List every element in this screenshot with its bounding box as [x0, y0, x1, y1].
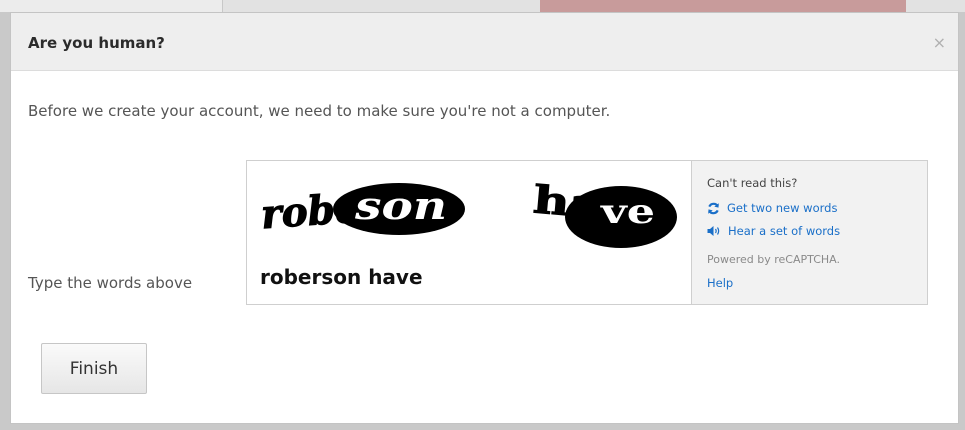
captcha-word-1-inverse: son — [354, 183, 447, 228]
captcha-word-2-inverse: ve — [600, 192, 655, 232]
speaker-icon — [707, 226, 720, 236]
background-page-strip — [0, 0, 965, 12]
audio-challenge-link[interactable]: Hear a set of words — [707, 224, 840, 238]
help-link[interactable]: Help — [707, 276, 733, 290]
dialog-header: Are you human? × — [11, 13, 958, 71]
background-panel-left — [0, 0, 223, 12]
new-words-link[interactable]: Get two new words — [707, 201, 837, 215]
refresh-icon — [708, 202, 719, 214]
captcha-image: roberson son have ve — [247, 161, 691, 251]
intro-text: Before we create your account, we need t… — [28, 102, 611, 120]
new-words-label: Get two new words — [727, 201, 838, 215]
captcha-help-panel: Can't read this? Get two new words Hear … — [691, 161, 927, 304]
dialog-title: Are you human? — [28, 34, 165, 52]
type-words-label: Type the words above — [28, 274, 193, 292]
captcha-dialog: Are you human? × Before we create your a… — [10, 12, 959, 424]
background-panel-highlight — [540, 0, 906, 12]
finish-button[interactable]: Finish — [41, 343, 147, 394]
powered-by-text: Powered by reCAPTCHA. — [707, 253, 840, 266]
captcha-answer-input[interactable] — [247, 250, 691, 304]
close-icon[interactable]: × — [933, 35, 946, 51]
audio-challenge-label: Hear a set of words — [728, 224, 841, 238]
recaptcha-widget: roberson son have ve Can't read this? Ge… — [246, 160, 928, 305]
cant-read-text: Can't read this? — [707, 176, 798, 190]
